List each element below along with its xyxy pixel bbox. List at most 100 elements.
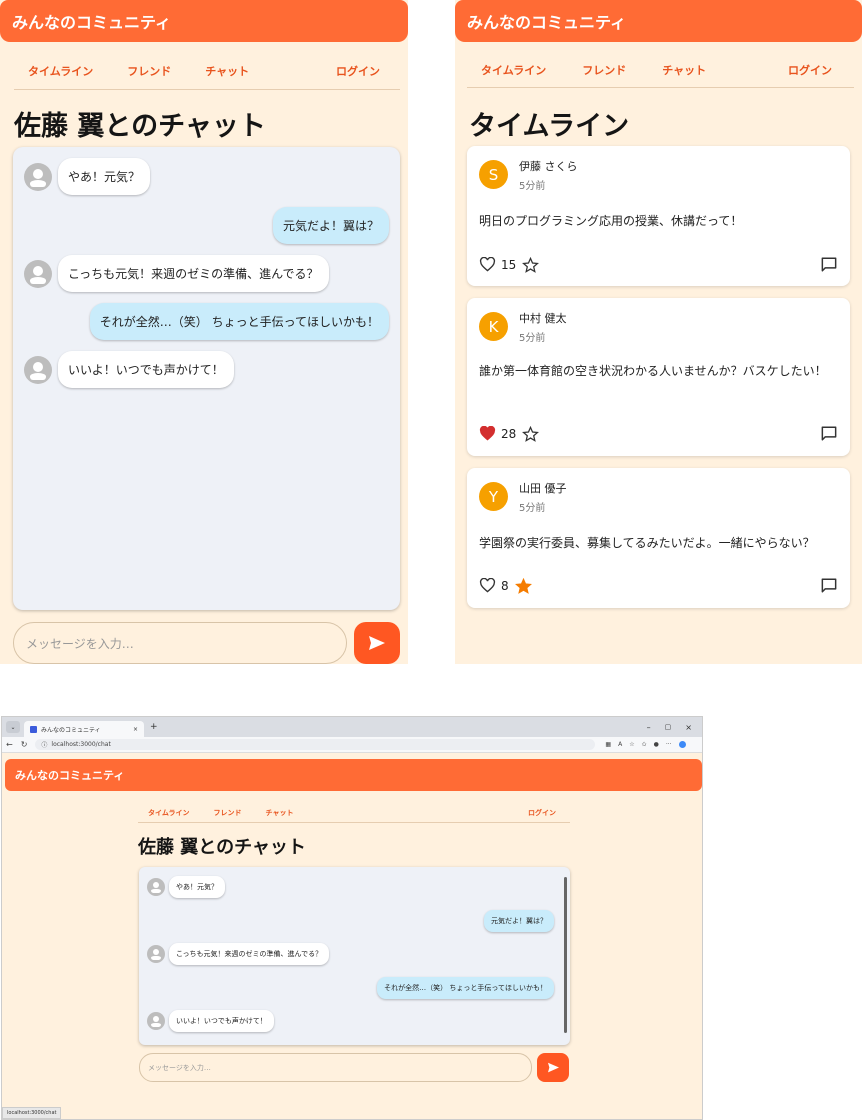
nav-login[interactable]: ログイン — [336, 63, 380, 79]
read-aloud-icon[interactable]: A — [618, 741, 622, 748]
chat-scrollbar[interactable] — [564, 877, 567, 1033]
nav-chat[interactable]: チャット — [205, 63, 249, 79]
nav-friends[interactable]: フレンド — [582, 62, 626, 78]
minimize-icon[interactable]: – — [647, 723, 651, 732]
user-avatar-icon — [147, 1012, 165, 1030]
message-row: こっちも元気！来週のゼミの準備、進んでる？ — [24, 255, 329, 292]
favorites-icon[interactable]: ✩ — [642, 741, 647, 748]
message-bubble: やあ！元気？ — [58, 158, 151, 195]
nav-login[interactable]: ログイン — [788, 62, 832, 78]
user-avatar-icon — [147, 945, 165, 963]
like-count: 28 — [501, 426, 517, 441]
app-bar: みんなのコミュニティ — [455, 0, 862, 42]
nav-friends[interactable]: フレンド — [127, 63, 171, 79]
reload-icon[interactable]: ↻ — [21, 740, 28, 749]
user-avatar-icon — [147, 878, 165, 896]
tab-close-icon[interactable]: × — [133, 726, 138, 733]
message-input-row: メッセージを入力… — [139, 1053, 569, 1082]
post-time: 5分前 — [519, 503, 546, 514]
like-heart-icon[interactable] — [479, 257, 496, 272]
user-avatar-icon — [24, 162, 52, 191]
message-bubble: いいよ！いつでも声かけて！ — [58, 351, 234, 388]
favicon-icon — [30, 725, 37, 733]
post-header: Y 山田 優子 5分前 — [479, 480, 567, 514]
reader-icon[interactable]: ▦ — [605, 741, 611, 748]
message-row: やあ！元気？ — [147, 876, 225, 898]
back-icon[interactable]: ← — [6, 740, 13, 749]
post-header: K 中村 健太 5分前 — [479, 310, 567, 344]
message-input[interactable]: メッセージを入力… — [139, 1053, 532, 1082]
star-filled-icon[interactable] — [514, 577, 532, 594]
send-button[interactable] — [354, 622, 400, 664]
like-heart-icon[interactable] — [479, 578, 496, 593]
star-outline-icon[interactable] — [522, 256, 540, 273]
message-bubble: 元気だよ！翼は？ — [484, 910, 554, 932]
nav-login[interactable]: ログイン — [528, 808, 556, 818]
nav-timeline[interactable]: タイムライン — [28, 63, 93, 79]
app-title[interactable]: みんなのコミュニティ — [12, 9, 171, 33]
post-author[interactable]: 中村 健太 — [519, 310, 567, 326]
message-bubble: それが全然…（笑） ちょっと手伝ってほしいかも！ — [89, 303, 389, 340]
nav-timeline[interactable]: タイムライン — [148, 808, 190, 818]
message-input[interactable]: メッセージを入力… — [13, 622, 347, 664]
browser-window: ⌄ みんなのコミュニティ × + – ▢ × ← ↻ ⓘ localhost:3… — [1, 716, 703, 1120]
chat-message-area[interactable]: やあ！元気？ 元気だよ！翼は？ こっちも元気！来週のゼミの準備、進んでる？ それ… — [13, 147, 400, 610]
nav-bar: タイムライン フレンド チャット ログイン — [138, 803, 570, 823]
browser-tab-title: みんなのコミュニティ — [41, 726, 101, 734]
profile-icon[interactable]: ● — [654, 741, 659, 748]
comment-icon[interactable] — [820, 425, 838, 442]
app-title[interactable]: みんなのコミュニティ — [467, 9, 626, 33]
message-input-placeholder: メッセージを入力… — [148, 1063, 211, 1072]
timeline-panel: みんなのコミュニティ タイムライン フレンド チャット ログイン タイムライン … — [455, 0, 862, 664]
comment-icon[interactable] — [820, 577, 838, 594]
nav-bar: タイムライン フレンド チャット ログイン — [14, 52, 400, 90]
message-bubble: いいよ！いつでも声かけて！ — [169, 1010, 274, 1032]
nav-friends[interactable]: フレンド — [214, 808, 242, 818]
message-row: それが全然…（笑） ちょっと手伝ってほしいかも！ — [377, 977, 554, 999]
message-row: 元気だよ！翼は？ — [484, 910, 554, 932]
status-bar-url: localhost:3000/chat — [2, 1107, 62, 1119]
info-icon: ⓘ — [41, 742, 48, 749]
comment-icon[interactable] — [820, 256, 838, 273]
send-icon — [369, 636, 385, 650]
post-body: 学園祭の実行委員、募集してるみたいだよ。一緒にやらない？ — [479, 536, 815, 550]
like-heart-filled-icon[interactable] — [479, 426, 496, 441]
star-outline-icon[interactable] — [522, 425, 540, 442]
chat-panel: みんなのコミュニティ タイムライン フレンド チャット ログイン 佐藤 翼とのチ… — [0, 0, 408, 664]
maximize-icon[interactable]: ▢ — [665, 723, 672, 731]
post-header: S 伊藤 さくら 5分前 — [479, 158, 578, 192]
post-card: K 中村 健太 5分前 誰か第一体育館の空き状況わかる人いませんか？バスケしたい… — [467, 298, 850, 456]
nav-chat[interactable]: チャット — [662, 62, 706, 78]
more-icon[interactable]: ··· — [666, 741, 672, 748]
message-row: それが全然…（笑） ちょっと手伝ってほしいかも！ — [89, 303, 389, 340]
like-count: 15 — [501, 257, 517, 272]
window-close-icon[interactable]: × — [685, 723, 692, 732]
tab-menu-icon[interactable]: ⌄ — [6, 721, 20, 733]
nav-bar: タイムライン フレンド チャット ログイン — [467, 52, 854, 88]
post-author[interactable]: 伊藤 さくら — [519, 158, 578, 174]
nav-timeline[interactable]: タイムライン — [481, 62, 546, 78]
post-avatar[interactable]: K — [479, 312, 508, 341]
post-card: S 伊藤 さくら 5分前 明日のプログラミング応用の授業、休講だって！ 15 — [467, 146, 850, 286]
send-button[interactable] — [537, 1053, 569, 1082]
message-row: いいよ！いつでも声かけて！ — [24, 351, 234, 388]
post-avatar[interactable]: Y — [479, 482, 508, 511]
app-title[interactable]: みんなのコミュニティ — [15, 767, 124, 783]
post-time: 5分前 — [519, 181, 546, 192]
page-title: 佐藤 翼とのチャット — [14, 111, 266, 142]
message-row: こっちも元気！来週のゼミの準備、進んでる？ — [147, 943, 330, 965]
new-tab-icon[interactable]: + — [150, 722, 158, 732]
post-avatar[interactable]: S — [479, 160, 508, 189]
chat-message-area[interactable]: やあ！元気？ 元気だよ！翼は？ こっちも元気！来週のゼミの準備、進んでる？ それ… — [139, 867, 570, 1045]
url-field[interactable]: ⓘ localhost:3000/chat — [35, 739, 596, 750]
post-author[interactable]: 山田 優子 — [519, 480, 567, 496]
browser-tab-bar: ⌄ みんなのコミュニティ × + – ▢ × — [2, 717, 702, 737]
copilot-icon[interactable] — [678, 741, 686, 748]
nav-chat[interactable]: チャット — [266, 808, 294, 818]
message-input-placeholder: メッセージを入力… — [26, 636, 134, 651]
favorite-icon[interactable]: ☆ — [629, 741, 634, 748]
page-title: タイムライン — [469, 111, 630, 142]
message-bubble: こっちも元気！来週のゼミの準備、進んでる？ — [58, 255, 329, 292]
post-actions: 15 — [479, 256, 838, 273]
browser-tab[interactable]: みんなのコミュニティ × — [24, 721, 144, 737]
